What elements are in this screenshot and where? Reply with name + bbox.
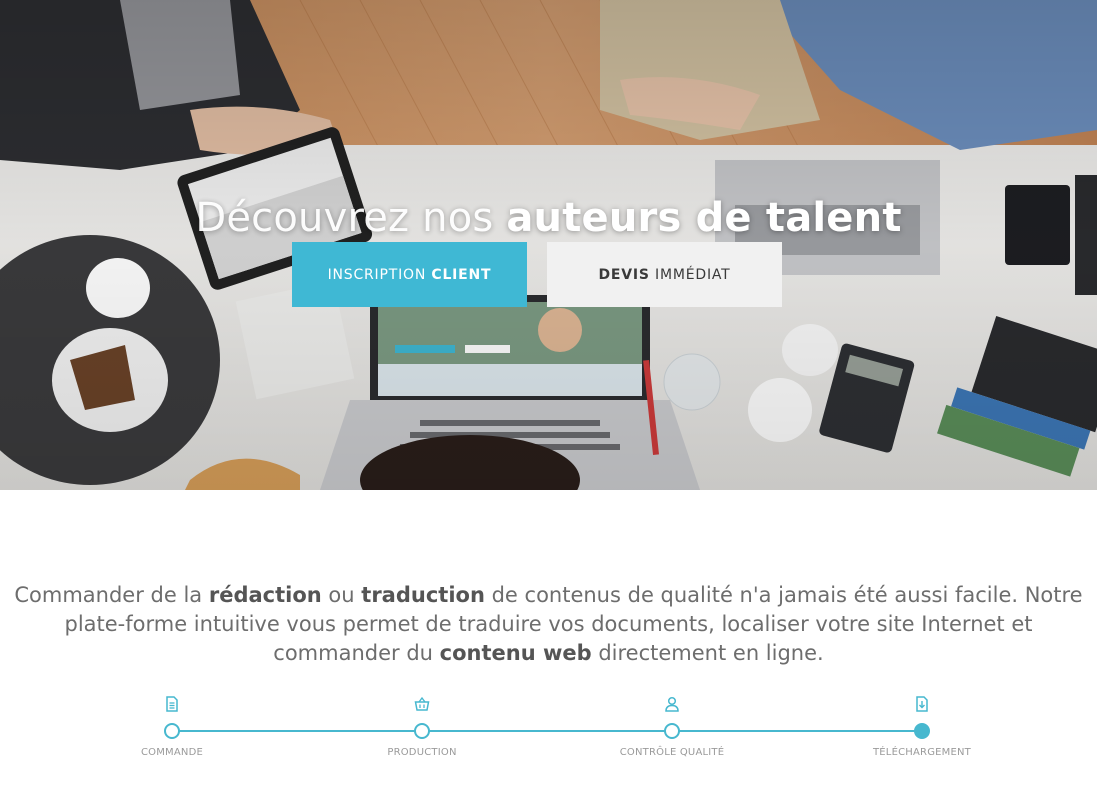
download-file-icon bbox=[916, 696, 928, 712]
step-connector bbox=[678, 730, 918, 732]
step-label: PRODUCTION bbox=[387, 747, 457, 758]
step-marker bbox=[414, 723, 430, 739]
step-marker bbox=[164, 723, 180, 739]
intro-highlight-redaction: rédaction bbox=[208, 583, 322, 607]
client-signup-button[interactable]: INSCRIPTION CLIENT bbox=[292, 242, 527, 307]
user-icon bbox=[665, 696, 679, 712]
step-marker-active bbox=[914, 723, 930, 739]
intro-text: Commander de la bbox=[14, 583, 203, 607]
instant-quote-suffix: IMMÉDIAT bbox=[655, 266, 731, 283]
hero-banner: Découvrez nos auteurs de talent INSCRIPT… bbox=[0, 0, 1097, 490]
step-label: TÉLÉCHARGEMENT bbox=[872, 747, 971, 758]
step-marker bbox=[664, 723, 680, 739]
client-signup-bold: CLIENT bbox=[431, 266, 492, 283]
step-connector bbox=[178, 730, 418, 732]
intro-text: ou bbox=[328, 583, 355, 607]
intro-highlight-traduction: traduction bbox=[361, 583, 485, 607]
instant-quote-button[interactable]: DEVIS IMMÉDIAT bbox=[547, 242, 782, 307]
step-label: COMMANDE bbox=[140, 747, 204, 758]
hero-title-light: Découvrez nos bbox=[195, 194, 494, 241]
intro-paragraph: Commander de la rédaction ou traduction … bbox=[8, 581, 1089, 668]
intro-highlight-contenu-web: contenu web bbox=[439, 641, 592, 665]
client-signup-prefix: INSCRIPTION bbox=[327, 266, 427, 283]
hero-title: Découvrez nos auteurs de talent bbox=[0, 193, 1097, 243]
process-steps: COMMANDE PRODUCTION CONTRÔLE QUALITÉ TÉL… bbox=[0, 690, 1097, 780]
page: Découvrez nos auteurs de talent INSCRIPT… bbox=[0, 0, 1097, 787]
intro-text: directement en ligne. bbox=[598, 641, 824, 665]
step-connector bbox=[428, 730, 668, 732]
hero-title-strong: auteurs de talent bbox=[506, 194, 902, 241]
instant-quote-bold: DEVIS bbox=[598, 266, 650, 283]
step-label: CONTRÔLE QUALITÉ bbox=[619, 747, 725, 758]
document-icon bbox=[166, 696, 178, 712]
basket-icon bbox=[414, 696, 430, 711]
